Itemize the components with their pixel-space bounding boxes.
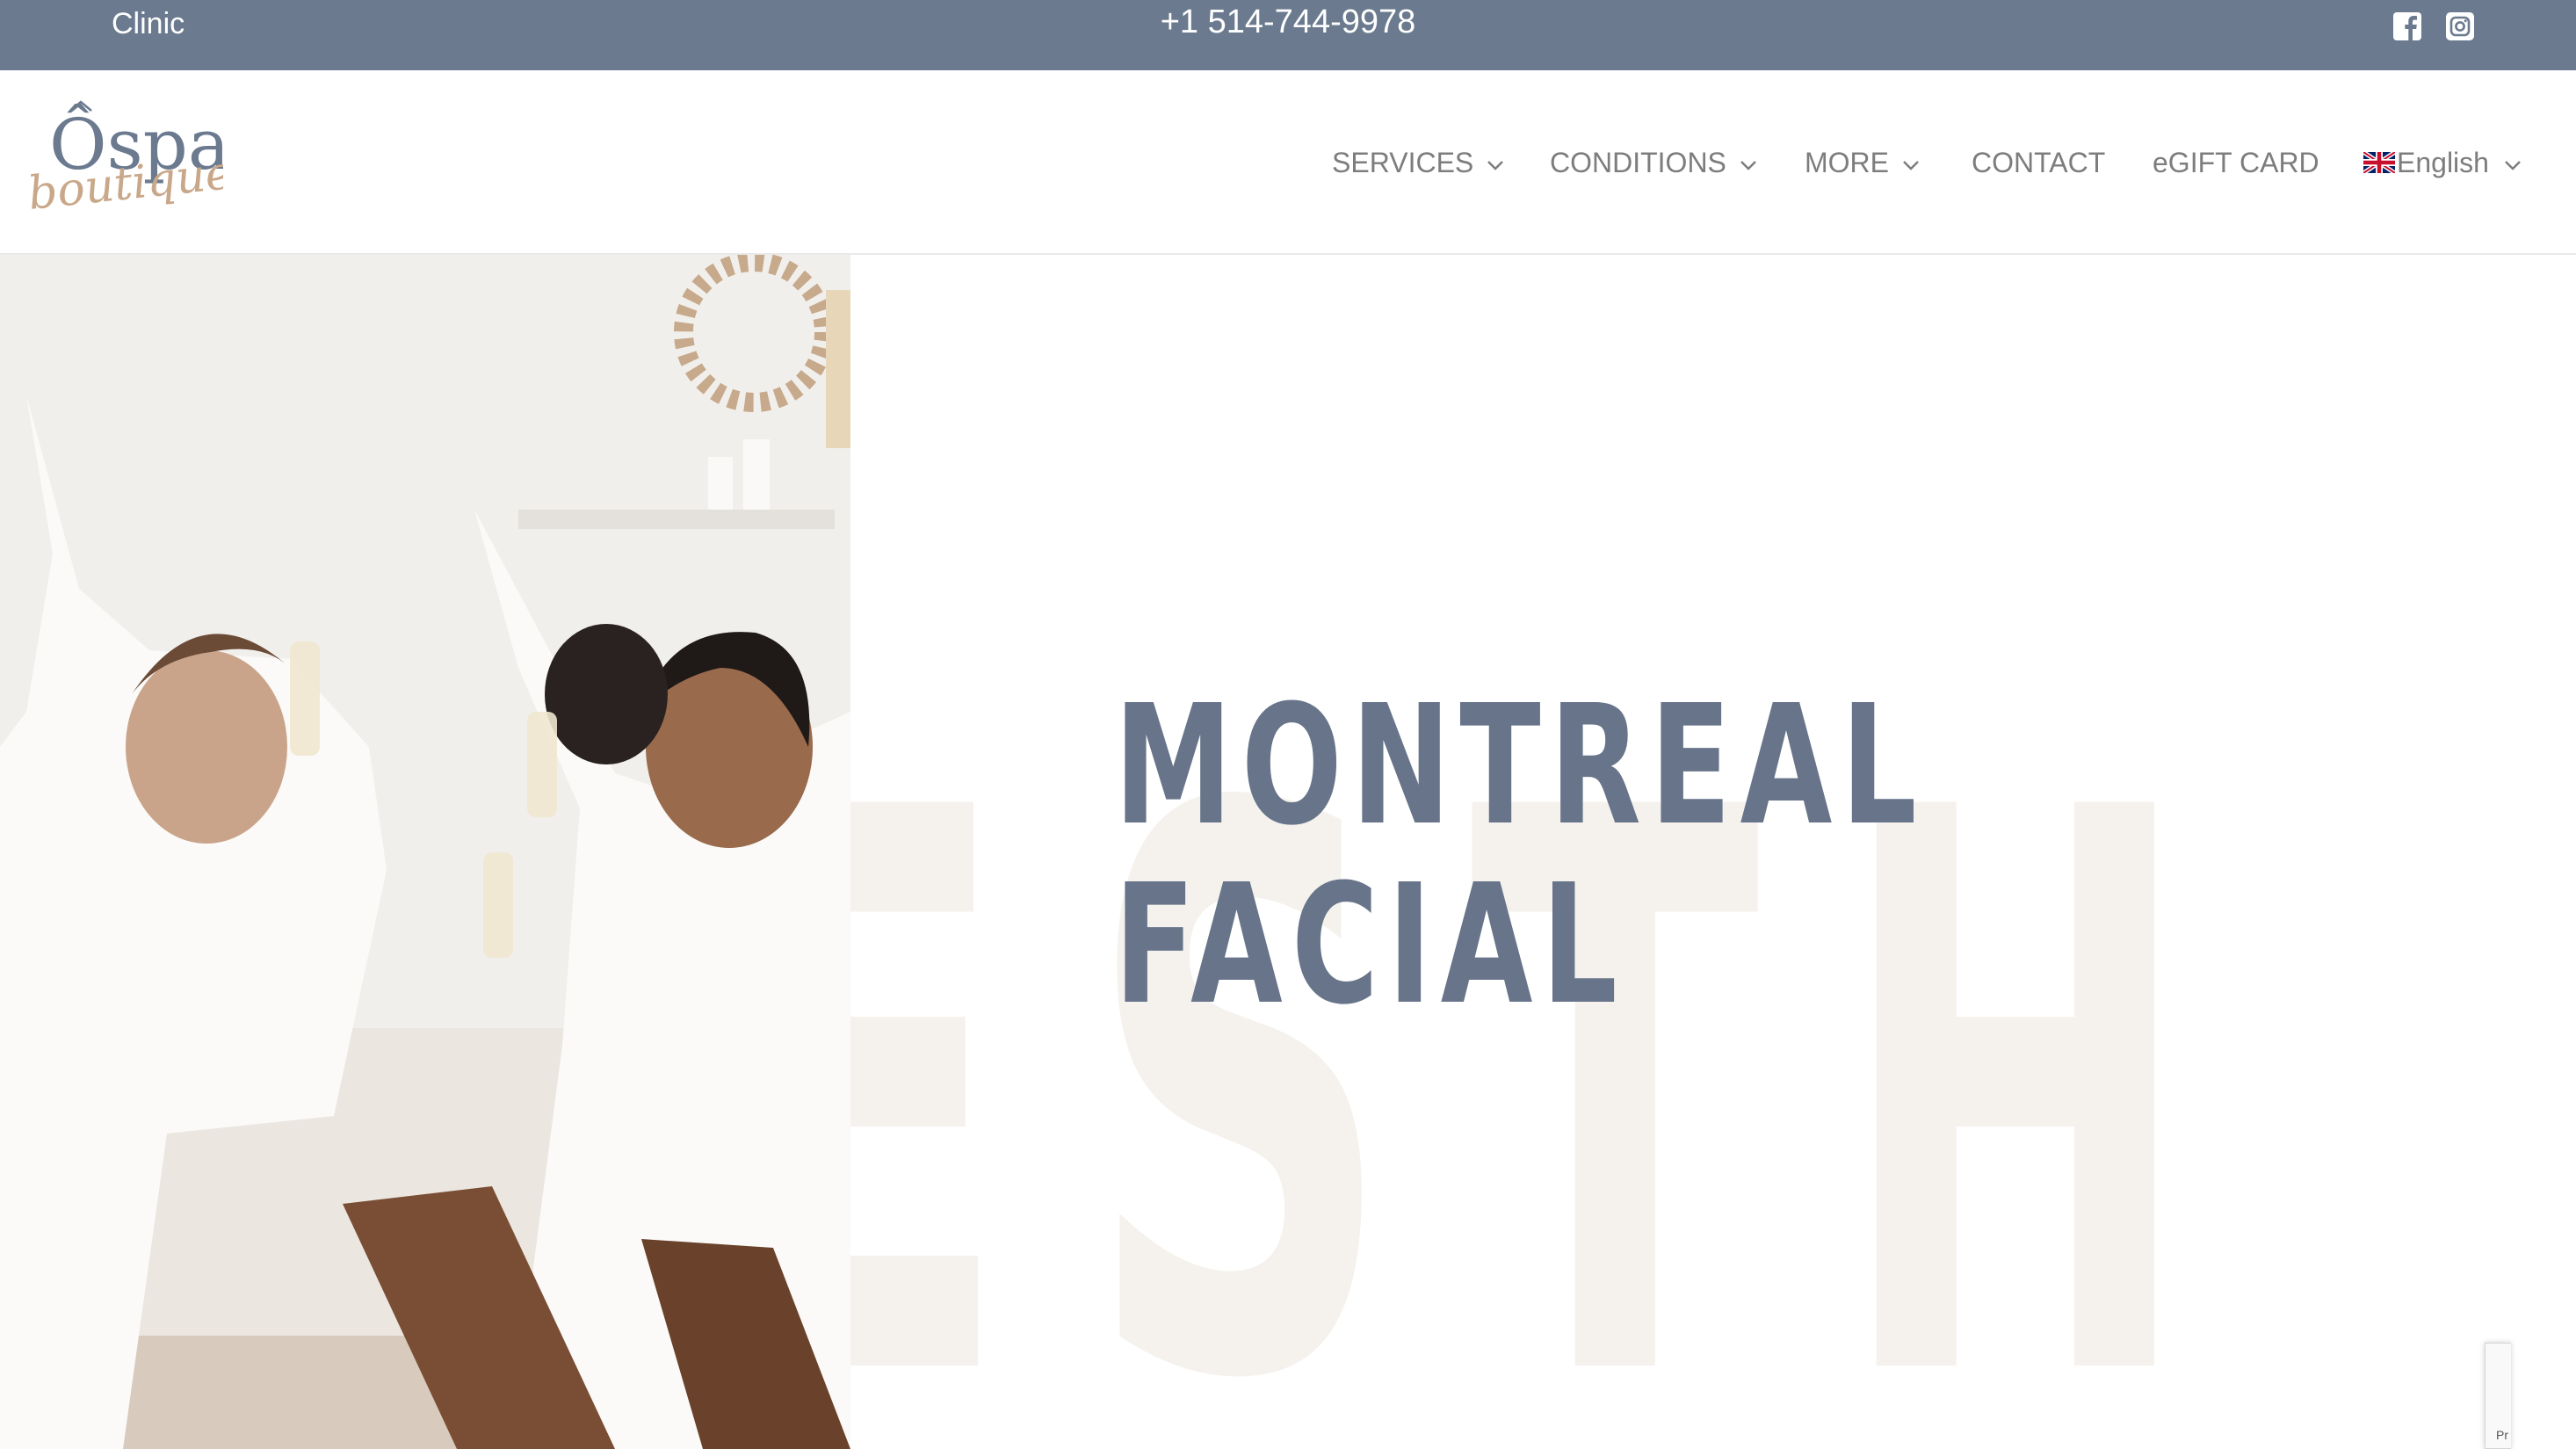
recaptcha-text: Pr <box>2496 1428 2508 1442</box>
chevron-down-icon <box>2505 161 2521 170</box>
nav-label: eGIFT CARD <box>2153 146 2319 178</box>
hero-title-line2: FACIAL <box>1114 849 1626 1041</box>
phone-number[interactable]: +1 514-744-9978 <box>0 4 2576 41</box>
top-bar: Clinic +1 514-744-9978 <box>0 0 2576 70</box>
chevron-down-icon <box>1487 161 1504 170</box>
nav-egift-card[interactable]: eGIFT CARD <box>2153 147 2319 179</box>
hero-content: ESTH MONTREAL FACIAL <box>850 255 2576 1449</box>
instagram-icon[interactable] <box>2444 11 2476 42</box>
facebook-icon[interactable] <box>2391 11 2423 42</box>
nav-conditions[interactable]: CONDITIONS <box>1550 147 1758 179</box>
nav-more[interactable]: MORE <box>1805 147 1921 179</box>
nav-label: CONTACT <box>1972 146 2106 178</box>
nav-label: CONDITIONS <box>1550 146 1726 178</box>
nav-language[interactable]: English <box>2363 147 2522 179</box>
nav-label: English <box>2397 146 2489 178</box>
hero-title-line1: MONTREAL <box>1114 670 1926 862</box>
nav-contact[interactable]: CONTACT <box>1972 147 2105 179</box>
hero-photo-illustration <box>0 255 850 1449</box>
nav-label: SERVICES <box>1332 146 1474 178</box>
nav-services[interactable]: SERVICES <box>1332 147 1505 179</box>
hero-image <box>0 255 850 1449</box>
uk-flag-icon <box>2363 152 2395 173</box>
ospa-boutique-logo[interactable]: Ôspa boutique <box>30 97 223 228</box>
nav-label: MORE <box>1805 146 1889 178</box>
site-header: Ôspa boutique SERVICES CONDITIONS MORE C… <box>0 70 2576 255</box>
chevron-down-icon <box>1740 161 1756 170</box>
recaptcha-badge[interactable]: Pr <box>2485 1343 2511 1449</box>
chevron-down-icon <box>1903 161 1919 170</box>
hero-title: MONTREAL FACIAL <box>1114 677 1926 1035</box>
